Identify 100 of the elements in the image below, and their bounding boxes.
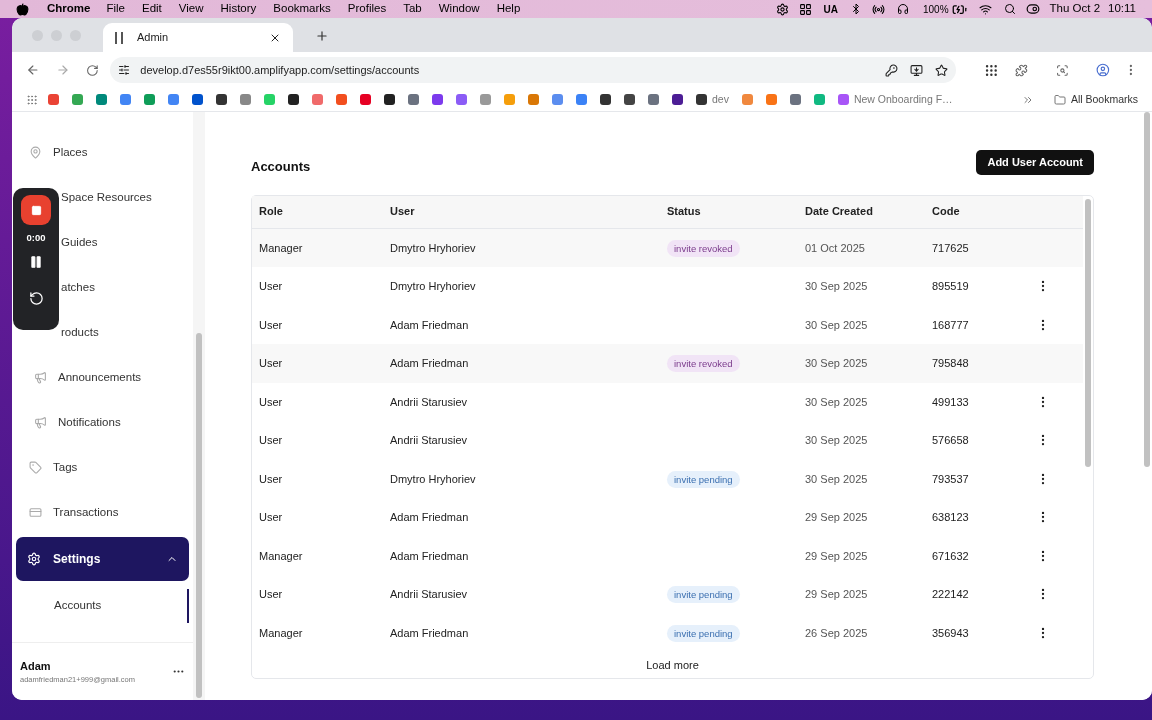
tab-search-icon[interactable]: [1055, 63, 1069, 77]
address-bar[interactable]: develop.d7es55r9ikt00.amplifyapp.com/settings/accounts: [110, 57, 957, 83]
menu-item[interactable]: Tab: [403, 0, 422, 18]
bookmark-icon[interactable]: [696, 94, 707, 105]
table-cell-text: Adam Friedman: [390, 317, 470, 333]
table-cell-text: 29 Sep 2025: [805, 587, 869, 602]
status-badge: invite pending: [667, 470, 740, 488]
megaphone-icon: [34, 416, 47, 429]
control-center-icon: [1025, 2, 1040, 16]
table-cell-text: User: [259, 510, 284, 525]
load-more-button[interactable]: Load more: [646, 656, 699, 674]
menu-bar-time: 10:11: [1108, 1, 1136, 17]
menu-item[interactable]: History: [220, 0, 257, 18]
profile-icon[interactable]: [1096, 63, 1111, 77]
apps-icon[interactable]: [984, 62, 999, 78]
menu-item[interactable]: Chrome: [47, 0, 91, 18]
table-cell-text: User: [259, 471, 284, 487]
column-header: Date Created: [805, 204, 874, 220]
sidebar-item[interactable]: Announcements: [34, 368, 142, 387]
bookmark-icon[interactable]: [288, 94, 299, 105]
sidebar-item[interactable]: Notifications: [34, 413, 121, 432]
table-cell-text: Dmytro Hryhoriev: [390, 240, 477, 256]
menu-item[interactable]: Edit: [142, 0, 162, 18]
bookmark-icon[interactable]: [384, 94, 395, 105]
table-cell-text: 222142: [932, 587, 970, 602]
table-cell-text: Dmytro Hryhoriev: [390, 279, 477, 294]
menu-item[interactable]: Profiles: [347, 0, 387, 18]
folder-icon: [1053, 93, 1066, 106]
table-cell-text: User: [259, 587, 284, 602]
table-cell-text: Andrii Starusiev: [390, 394, 469, 410]
sidebar-item[interactable]: Transactions: [29, 503, 119, 522]
back-icon[interactable]: [26, 63, 40, 77]
extensions-icon[interactable]: [1014, 63, 1028, 77]
search-icon: [1003, 3, 1016, 15]
new-tab-icon[interactable]: [315, 29, 329, 43]
column-header: Role: [259, 204, 284, 220]
bookmark-link[interactable]: New Onboarding F…: [853, 91, 953, 108]
all-bookmarks[interactable]: All Bookmarks: [1070, 91, 1138, 108]
table-cell-text: 30 Sep 2025: [805, 471, 869, 487]
menu-item[interactable]: Bookmarks: [273, 0, 331, 18]
column-header: User: [390, 204, 416, 220]
table-cell-text: Manager: [259, 240, 304, 256]
bookmark-icon[interactable]: [192, 94, 203, 105]
install-icon: [910, 63, 924, 77]
menu-item[interactable]: Window: [438, 0, 480, 18]
user-name: Adam: [20, 658, 52, 674]
sidebar-item[interactable]: Guides: [61, 233, 98, 252]
table-cell-text: Andrii Starusiev: [390, 587, 469, 602]
table-cell-text: Andrii Starusiev: [390, 433, 469, 448]
input-source: UA: [823, 2, 838, 17]
sidebar-subitem[interactable]: Accounts: [16, 589, 190, 623]
table-cell-text: 356943: [932, 625, 970, 641]
pause-icon[interactable]: [29, 255, 43, 270]
table-cell-text: 793537: [932, 471, 970, 487]
table-cell-text: 29 Sep 2025: [805, 510, 869, 525]
browser-tab[interactable]: Admin: [103, 23, 293, 52]
sidebar-item[interactable]: Tags: [29, 458, 78, 477]
table-cell-text: 30 Sep 2025: [805, 279, 869, 294]
table-cell-text: 30 Sep 2025: [805, 433, 869, 448]
sidebar-item[interactable]: Places: [29, 143, 88, 162]
status-badge: invite pending: [667, 624, 740, 642]
sidebar-item[interactable]: Settings: [16, 537, 190, 581]
map-pin-icon: [29, 146, 42, 159]
menu-item[interactable]: View: [178, 0, 204, 18]
bookmark-icon[interactable]: [672, 94, 683, 105]
table-cell-text: 638123: [932, 510, 970, 525]
menu-item[interactable]: Help: [496, 0, 521, 18]
table-cell-text: 26 Sep 2025: [805, 625, 869, 641]
bookmark-icon[interactable]: [600, 94, 611, 105]
table-cell-text: Adam Friedman: [390, 625, 470, 641]
table-cell-text: Manager: [259, 548, 304, 564]
table-cell-text: 895519: [932, 279, 970, 294]
table-cell-text: User: [259, 279, 284, 294]
bookmark-link[interactable]: dev: [712, 91, 729, 108]
gear-icon: [775, 2, 789, 16]
bookmark-icon[interactable]: [624, 94, 635, 105]
reload-icon[interactable]: [85, 63, 99, 77]
restart-icon[interactable]: [28, 291, 44, 307]
megaphone-icon: [34, 371, 47, 384]
stop-recording-button[interactable]: [21, 195, 51, 225]
table-cell-text: 30 Sep 2025: [805, 394, 869, 410]
table-cell-text: User: [259, 394, 284, 410]
column-header: Status: [667, 204, 702, 220]
table-cell-text: 168777: [932, 317, 970, 333]
apple-icon: [16, 2, 29, 16]
table-cell-text: User: [259, 356, 284, 371]
table-cell-text: Dmytro Hryhoriev: [390, 471, 477, 487]
card-icon: [29, 506, 42, 519]
table-cell-text: Adam Friedman: [390, 356, 470, 371]
wifi-icon: [978, 2, 992, 16]
add-user-account-button[interactable]: Add User Account: [976, 150, 1094, 175]
table-cell-text: 01 Oct 2025: [805, 240, 866, 256]
bookmark-icon[interactable]: [216, 94, 227, 105]
table-cell-text: 795848: [932, 356, 970, 371]
sidebar-item[interactable]: Space Resources: [61, 188, 152, 207]
table-cell-text: Adam Friedman: [390, 548, 470, 564]
menu-item[interactable]: File: [106, 0, 125, 18]
sidebar-item[interactable]: atches: [61, 278, 95, 297]
bluetooth-icon: [850, 3, 862, 15]
sidebar-item[interactable]: roducts: [61, 323, 99, 342]
